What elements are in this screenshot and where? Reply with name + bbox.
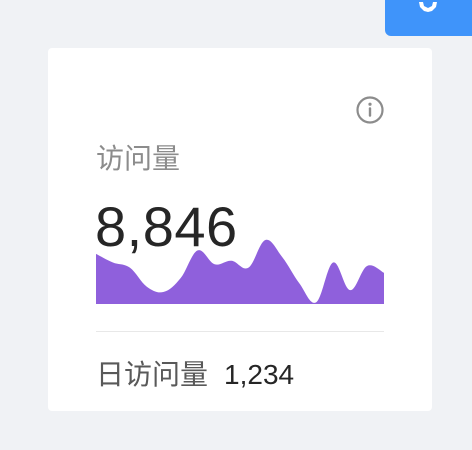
settings-button[interactable] bbox=[385, 0, 472, 36]
page: { "corner_button": { "icon": "settings-i… bbox=[0, 0, 472, 450]
visits-sparkline bbox=[96, 238, 384, 304]
settings-icon bbox=[416, 2, 440, 18]
divider bbox=[96, 331, 384, 332]
info-icon[interactable] bbox=[355, 95, 385, 125]
sparkline-area bbox=[96, 239, 384, 304]
card-title: 访问量 bbox=[96, 142, 181, 175]
card-footer: 日访问量 1,234 bbox=[96, 358, 294, 392]
daily-visits-label: 日访问量 bbox=[96, 358, 209, 391]
daily-visits-value: 1,234 bbox=[224, 359, 295, 390]
visits-card: 访问量 8,846 日访问量 1,234 bbox=[48, 48, 432, 411]
